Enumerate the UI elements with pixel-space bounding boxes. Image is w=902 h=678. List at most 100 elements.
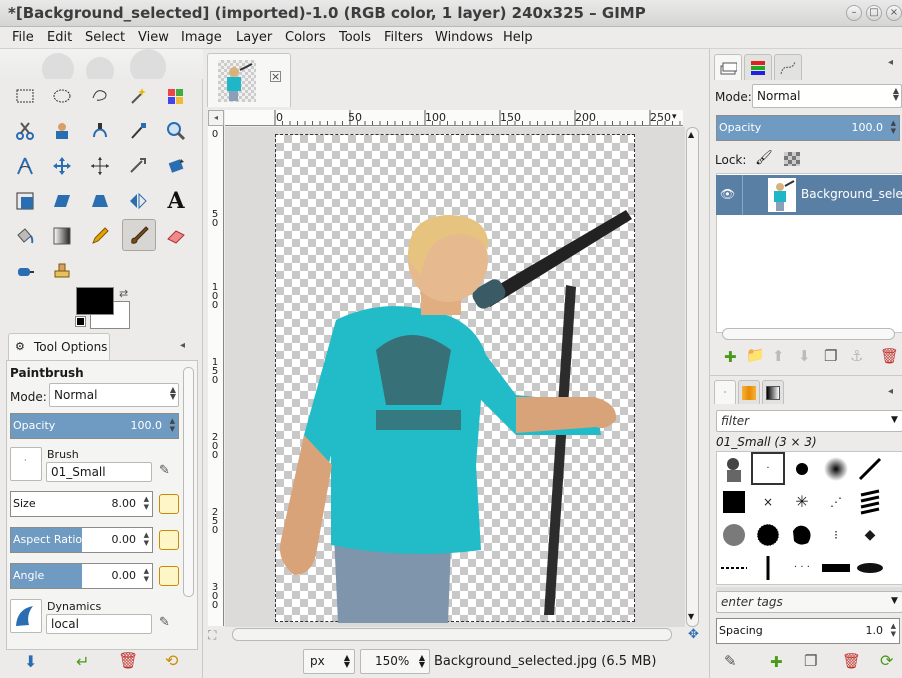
aspect-ratio-spin-icon[interactable]: ▲ ▼ [144,531,149,547]
save-options-icon[interactable]: ⬇ [24,652,37,671]
duplicate-brush-icon[interactable]: ❐ [804,652,817,670]
aspect-ratio-slider[interactable]: Aspect Ratio 0.00 ▲ ▼ [10,527,153,553]
lock-alpha-icon[interactable] [784,152,800,166]
brush-item[interactable] [717,485,751,518]
perspective-tool-icon[interactable] [86,187,114,215]
menu-edit[interactable]: Edit [47,30,72,45]
rect-select-tool-icon[interactable] [11,82,39,110]
menu-file[interactable]: File [12,30,34,45]
new-brush-icon[interactable]: ✚ [770,653,783,671]
anchor-layer-icon[interactable]: ⚓ [850,347,863,365]
brush-preview-button[interactable]: · [10,447,42,481]
edit-brush-button-icon[interactable]: ✎ [724,652,737,670]
menu-view[interactable]: View [138,30,169,45]
align-tool-icon[interactable] [86,152,114,180]
dynamics-name-field[interactable]: local [46,614,152,634]
delete-brush-icon[interactable]: 🗑 [842,652,861,670]
rotate-tool-icon[interactable] [162,152,190,180]
tab-gradients[interactable] [762,380,784,404]
layer-name[interactable]: Background_selected [801,187,902,201]
free-select-tool-icon[interactable] [86,82,114,110]
brush-spacing-slider[interactable]: Spacing 1.0 ▲ ▼ [716,618,900,644]
zoom-select[interactable]: 150% ▲ ▼ [360,649,430,674]
refresh-brushes-icon[interactable]: ⟳ [880,651,893,670]
brush-item[interactable] [717,551,751,584]
airbrush-tool-icon[interactable] [11,257,39,285]
menu-select[interactable]: Select [85,30,125,45]
horizontal-scrollbar[interactable] [232,628,672,641]
dynamics-preview-button[interactable] [10,599,42,633]
tab-image[interactable]: × [207,53,291,107]
brush-item[interactable] [819,551,853,584]
layer-mode-select[interactable]: Normal ▲ ▼ [752,84,902,108]
brush-item[interactable] [751,518,785,551]
menu-layer[interactable]: Layer [236,30,272,45]
brush-item[interactable]: · · · [785,551,819,584]
zoom-tool-icon[interactable] [162,117,190,145]
select-by-color-tool-icon[interactable] [162,82,190,110]
text-tool-icon[interactable]: A [162,187,190,215]
tool-options-scrollbar[interactable] [183,367,194,597]
brush-item[interactable] [853,551,887,584]
brush-item[interactable]: ◆ [853,518,887,551]
foreground-select-tool-icon[interactable] [48,117,76,145]
minimize-button[interactable]: – [846,5,862,21]
filter-dropdown-icon[interactable]: ▼ [891,415,898,425]
layers-hscrollbar[interactable] [722,328,895,340]
crop-tool-icon[interactable] [124,152,152,180]
edit-brush-icon[interactable]: ✎ [159,463,170,478]
menu-colors[interactable]: Colors [285,30,326,45]
brush-filter-field[interactable]: filter ▼ [716,410,902,432]
mode-select[interactable]: Normal ▲ ▼ [49,383,179,407]
pencil-tool-icon[interactable] [86,222,114,250]
brush-item[interactable] [751,551,785,584]
layers-menu-icon[interactable]: ◂ [888,57,893,68]
bucket-fill-tool-icon[interactable] [11,222,39,250]
brushes-menu-icon[interactable]: ◂ [888,386,893,397]
opacity-slider[interactable]: Opacity 100.0 ▲ ▼ [10,413,179,439]
opacity-spin-icon[interactable]: ▲ ▼ [170,417,175,433]
layer-visibility-icon[interactable]: 👁 [720,187,735,201]
size-spin-icon[interactable]: ▲ ▼ [144,495,149,511]
navigate-corner-icon[interactable]: ⛶ [208,628,216,643]
scroll-down-icon[interactable]: ▼ [688,612,694,621]
menu-tools[interactable]: Tools [339,30,371,45]
spacing-spin-icon[interactable]: ▲ ▼ [891,622,896,638]
unit-select[interactable]: px ▲ ▼ [303,649,355,674]
brush-item[interactable]: ⁝ [819,518,853,551]
delete-options-icon[interactable]: 🗑 [118,651,138,670]
close-button[interactable]: × [886,5,902,21]
brush-item[interactable]: × [751,485,785,518]
paintbrush-tool-icon[interactable] [122,219,156,251]
tab-paths[interactable] [774,54,802,80]
brush-item[interactable] [717,452,751,485]
menu-image[interactable]: Image [181,30,222,45]
fuzzy-select-tool-icon[interactable] [124,82,152,110]
shear-tool-icon[interactable] [48,187,76,215]
measure-tool-icon[interactable] [11,152,39,180]
scissors-select-tool-icon[interactable] [11,117,39,145]
tab-tool-options[interactable]: ⚙ Tool Options [8,333,110,361]
blend-tool-icon[interactable] [48,222,76,250]
raise-layer-icon[interactable]: ⬆ [772,347,785,365]
tab-layers[interactable] [714,54,742,80]
brush-item[interactable] [853,485,887,518]
scroll-up-icon[interactable]: ▲ [688,130,694,139]
menu-windows[interactable]: Windows [435,30,493,45]
new-layer-icon[interactable]: ✚ [724,348,737,366]
angle-spin-icon[interactable]: ▲ ▼ [144,567,149,583]
color-picker-tool-icon[interactable] [124,117,152,145]
move-tool-icon[interactable] [48,152,76,180]
reset-size-icon[interactable] [159,494,179,514]
layer-row[interactable]: 👁 Background_selected [716,175,902,215]
size-slider[interactable]: Size 8.00 ▲ ▼ [10,491,153,517]
new-layer-group-icon[interactable]: 📁 [746,346,765,364]
maximize-button[interactable]: □ [866,5,882,21]
scale-tool-icon[interactable] [11,187,39,215]
angle-slider[interactable]: Angle 0.00 ▲ ▼ [10,563,153,589]
eraser-tool-icon[interactable] [162,222,190,250]
foreground-color-swatch[interactable] [76,287,114,315]
menu-help[interactable]: Help [503,30,533,45]
quick-mask-corner-icon[interactable]: ◂ [208,110,224,126]
layer-opacity-slider[interactable]: Opacity 100.0 ▲ ▼ [716,115,900,141]
